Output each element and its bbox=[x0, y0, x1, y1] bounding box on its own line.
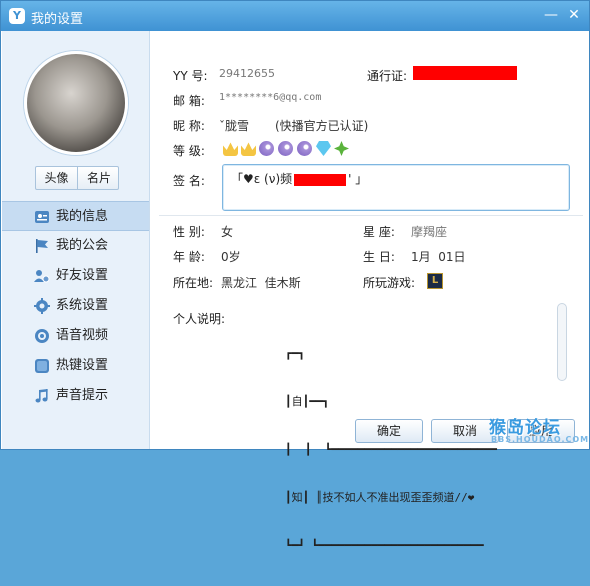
level-label: 等 级: bbox=[173, 144, 205, 158]
gender-label: 性 别: bbox=[173, 225, 205, 239]
settings-window: Y 我的设置 — ✕ 头像 名片 我的信息 我的公会 好友设置 系统设置 语音视… bbox=[0, 0, 590, 552]
sidebar-item-system-settings[interactable]: 系统设置 bbox=[2, 291, 149, 321]
birthday-value: 1月 01日 bbox=[411, 250, 466, 264]
ok-button[interactable]: 确定 bbox=[355, 419, 423, 443]
profile-panel: YY 号: 29412655 通行证: 邮 箱: 1********6@qq.c… bbox=[151, 31, 589, 552]
profile-card-icon bbox=[35, 211, 49, 223]
sidebar-item-label: 我的公会 bbox=[56, 238, 109, 253]
sidebar-item-my-guild[interactable]: 我的公会 bbox=[2, 231, 149, 261]
age-label: 年 龄: bbox=[173, 250, 205, 264]
avatar-tabs: 头像 名片 bbox=[35, 166, 119, 190]
games-label: 所玩游戏: bbox=[363, 276, 416, 290]
minimize-button[interactable]: — bbox=[541, 6, 561, 24]
signature-label: 签 名: bbox=[173, 174, 205, 188]
yy-number-label: YY 号: bbox=[173, 69, 208, 83]
sidebar-item-label: 声音提示 bbox=[56, 388, 109, 403]
passport-label: 通行证: bbox=[367, 69, 408, 83]
sidebar-item-label: 我的信息 bbox=[56, 209, 109, 224]
league-of-legends-icon[interactable]: L bbox=[427, 273, 443, 289]
constellation-value: 摩羯座 bbox=[411, 225, 448, 239]
sidebar-item-my-info[interactable]: 我的信息 bbox=[2, 201, 149, 231]
description-line: ┃自┃━━┓ bbox=[285, 395, 330, 408]
email-value: 1********6@qq.com bbox=[219, 92, 322, 103]
signature-redaction bbox=[294, 173, 347, 186]
forum-watermark: 猴岛论坛 BBS.HOUDAO.COM bbox=[485, 413, 589, 449]
sidebar-item-friend-settings[interactable]: 好友设置 bbox=[2, 261, 149, 291]
yy-number-value: 29412655 bbox=[219, 67, 275, 80]
crown-icon bbox=[223, 142, 238, 156]
close-button[interactable]: ✕ bbox=[564, 6, 584, 24]
signature-suffix: ' 」 bbox=[348, 172, 368, 186]
description-text[interactable]: ┏━┓ ┃自┃━━┓ ┃ ┃ ┗━━━━━━━━━━━━━━━━━━━━━━━━… bbox=[285, 314, 555, 552]
crown-icon bbox=[241, 142, 256, 156]
nickname-value: ˇ胧雪 bbox=[219, 119, 250, 133]
sidebar-nav: 我的信息 我的公会 好友设置 系统设置 语音视频 热键设置 声音提示 bbox=[2, 201, 149, 411]
sidebar-item-label: 好友设置 bbox=[56, 268, 109, 283]
nickname-label: 昵 称: bbox=[173, 119, 205, 133]
passport-redaction bbox=[413, 66, 517, 80]
description-label: 个人说明: bbox=[173, 312, 226, 326]
music-note-icon bbox=[35, 389, 48, 403]
sidebar-item-sound-alerts[interactable]: 声音提示 bbox=[2, 381, 149, 411]
signature-prefix: 「♥ε (ν)频 bbox=[231, 172, 293, 186]
moon-icon bbox=[297, 141, 312, 156]
app-icon: Y bbox=[9, 8, 25, 24]
age-value: 0岁 bbox=[221, 250, 241, 264]
constellation-label: 星 座: bbox=[363, 225, 395, 239]
clover-icon bbox=[334, 141, 349, 156]
avatar[interactable] bbox=[24, 51, 128, 155]
speaker-icon bbox=[35, 329, 49, 343]
tab-avatar[interactable]: 头像 bbox=[36, 167, 78, 189]
title-bar: Y 我的设置 — ✕ bbox=[1, 1, 589, 31]
diamond-icon bbox=[316, 141, 331, 156]
moon-icon bbox=[278, 141, 293, 156]
sidebar-item-label: 系统设置 bbox=[56, 298, 109, 313]
description-line: ┏━┓ bbox=[285, 347, 305, 360]
section-divider bbox=[159, 215, 583, 216]
sidebar-item-label: 热键设置 bbox=[56, 358, 109, 373]
sidebar-item-voice-video[interactable]: 语音视频 bbox=[2, 321, 149, 351]
tab-card[interactable]: 名片 bbox=[78, 167, 120, 189]
birthday-label: 生 日: bbox=[363, 250, 395, 264]
flag-icon bbox=[36, 239, 48, 253]
moon-icon bbox=[259, 141, 274, 156]
description-line: ┃知┃ ║技不如人不准出现歪歪频道//❤ bbox=[285, 491, 475, 504]
email-label: 邮 箱: bbox=[173, 94, 205, 108]
sidebar: 头像 名片 我的信息 我的公会 好友设置 系统设置 语音视频 热键设置 声音提示 bbox=[2, 31, 150, 449]
location-value: 黑龙江 佳木斯 bbox=[221, 276, 301, 290]
gender-value: 女 bbox=[221, 225, 234, 239]
location-label: 所在地: bbox=[173, 276, 214, 290]
signature-input[interactable]: 「♥ε (ν)频 ' 」 bbox=[222, 164, 570, 211]
watermark-sub: BBS.HOUDAO.COM bbox=[491, 435, 590, 444]
gear-icon bbox=[34, 298, 50, 314]
nickname-verified-note: (快播官方已认证) bbox=[275, 119, 369, 133]
window-title: 我的设置 bbox=[31, 12, 84, 27]
description-scrollbar[interactable] bbox=[557, 303, 567, 381]
friends-gear-icon bbox=[34, 270, 50, 283]
description-line: ┗━┛ ┗━━━━━━━━━━━━━━━━━━━━━━━━━ bbox=[285, 539, 484, 552]
hotkey-icon bbox=[35, 359, 49, 373]
sidebar-item-label: 语音视频 bbox=[56, 328, 109, 343]
sidebar-item-hotkey-settings[interactable]: 热键设置 bbox=[2, 351, 149, 381]
